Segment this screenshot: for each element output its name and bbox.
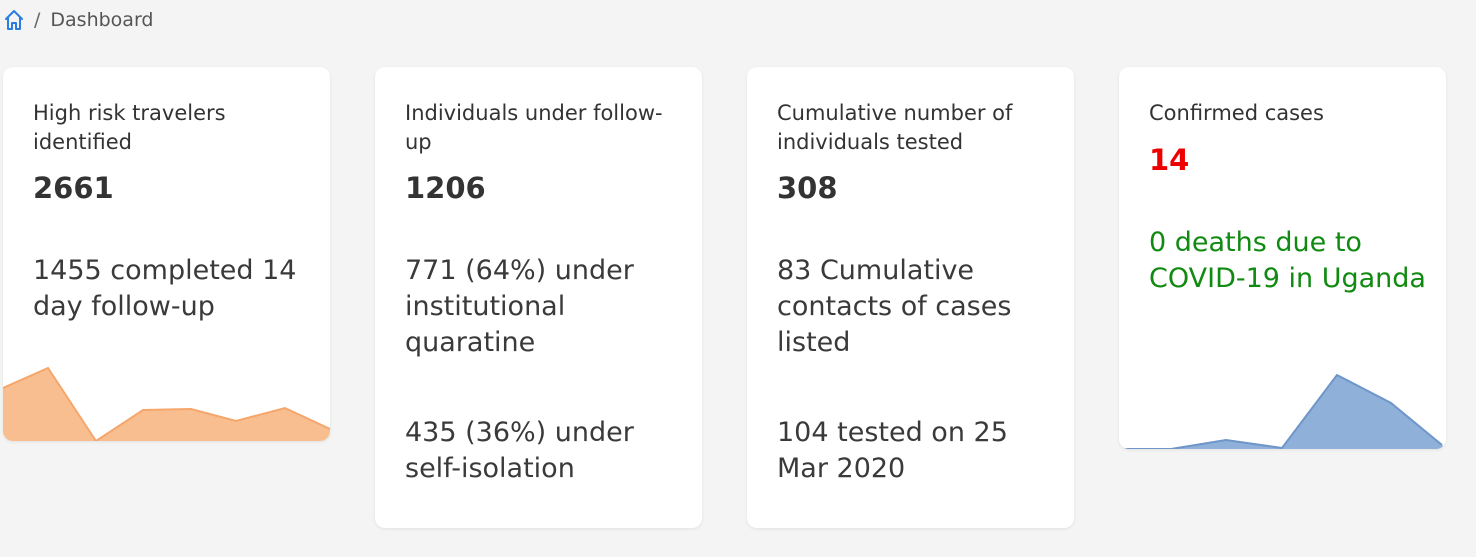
card-value: 1206 (405, 171, 486, 205)
card-value: 14 (1149, 143, 1190, 177)
card-title: High risk travelers identified (33, 101, 226, 154)
card-title: Cumulative number of individuals tested (777, 101, 1013, 154)
card-subtext: 771 (64%) under institutional quaratine (405, 255, 634, 358)
card-confirmed-cases: Confirmed cases 14 0 deaths due to COVID… (1119, 67, 1446, 449)
card-subtext: 0 deaths due to COVID-19 in Uganda (1149, 227, 1426, 294)
card-title: Confirmed cases (1149, 101, 1324, 125)
card-subtext: 83 Cumulative contacts of cases listed (777, 255, 1012, 358)
card-value: 2661 (33, 171, 114, 205)
breadcrumb-separator: / (34, 9, 41, 31)
card-value: 308 (777, 171, 838, 205)
travelers-sparkline (3, 366, 330, 441)
cases-sparkline (1119, 373, 1446, 449)
card-title: Individuals under follow-up (405, 101, 663, 154)
breadcrumb: / Dashboard (4, 9, 154, 31)
card-individuals-tested: Cumulative number of individuals tested … (747, 67, 1074, 528)
card-high-risk-travelers: High risk travelers identified 2661 1455… (3, 67, 330, 441)
home-icon[interactable] (4, 9, 24, 31)
breadcrumb-current[interactable]: Dashboard (50, 9, 153, 31)
card-subtext-secondary: 104 tested on 25 Mar 2020 (777, 417, 1008, 484)
card-under-follow-up: Individuals under follow-up 1206 771 (64… (375, 67, 702, 528)
card-subtext: 1455 completed 14 day follow-up (33, 255, 297, 322)
card-subtext-secondary: 435 (36%) under self-isolation (405, 417, 634, 484)
